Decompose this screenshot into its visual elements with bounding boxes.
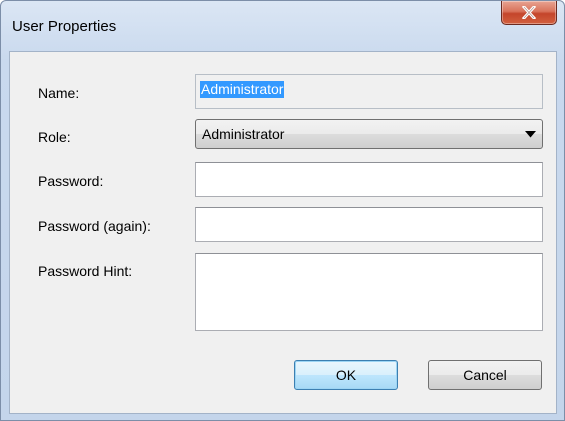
ok-button[interactable]: OK xyxy=(294,360,398,390)
dialog-window: User Properties Name: Administrator Role… xyxy=(0,0,565,421)
role-value: Administrator xyxy=(202,126,285,142)
dialog-body: Name: Administrator Role: Administrator … xyxy=(9,51,557,414)
close-icon xyxy=(522,6,536,19)
window-title: User Properties xyxy=(12,18,117,35)
close-button[interactable] xyxy=(501,1,557,25)
name-value: Administrator xyxy=(200,81,285,98)
password-hint-label: Password Hint: xyxy=(38,263,133,279)
password-again-label: Password (again): xyxy=(38,218,151,234)
password-field[interactable] xyxy=(195,162,543,197)
name-label: Name: xyxy=(38,85,80,101)
chevron-down-icon xyxy=(525,131,536,138)
password-hint-field[interactable] xyxy=(195,253,543,331)
title-bar[interactable]: User Properties xyxy=(1,1,564,35)
cancel-button[interactable]: Cancel xyxy=(428,360,542,390)
role-label: Role: xyxy=(38,129,71,145)
password-again-field[interactable] xyxy=(195,207,543,242)
name-field[interactable]: Administrator xyxy=(195,74,543,109)
password-label: Password: xyxy=(38,173,104,189)
role-select[interactable]: Administrator xyxy=(195,119,543,149)
